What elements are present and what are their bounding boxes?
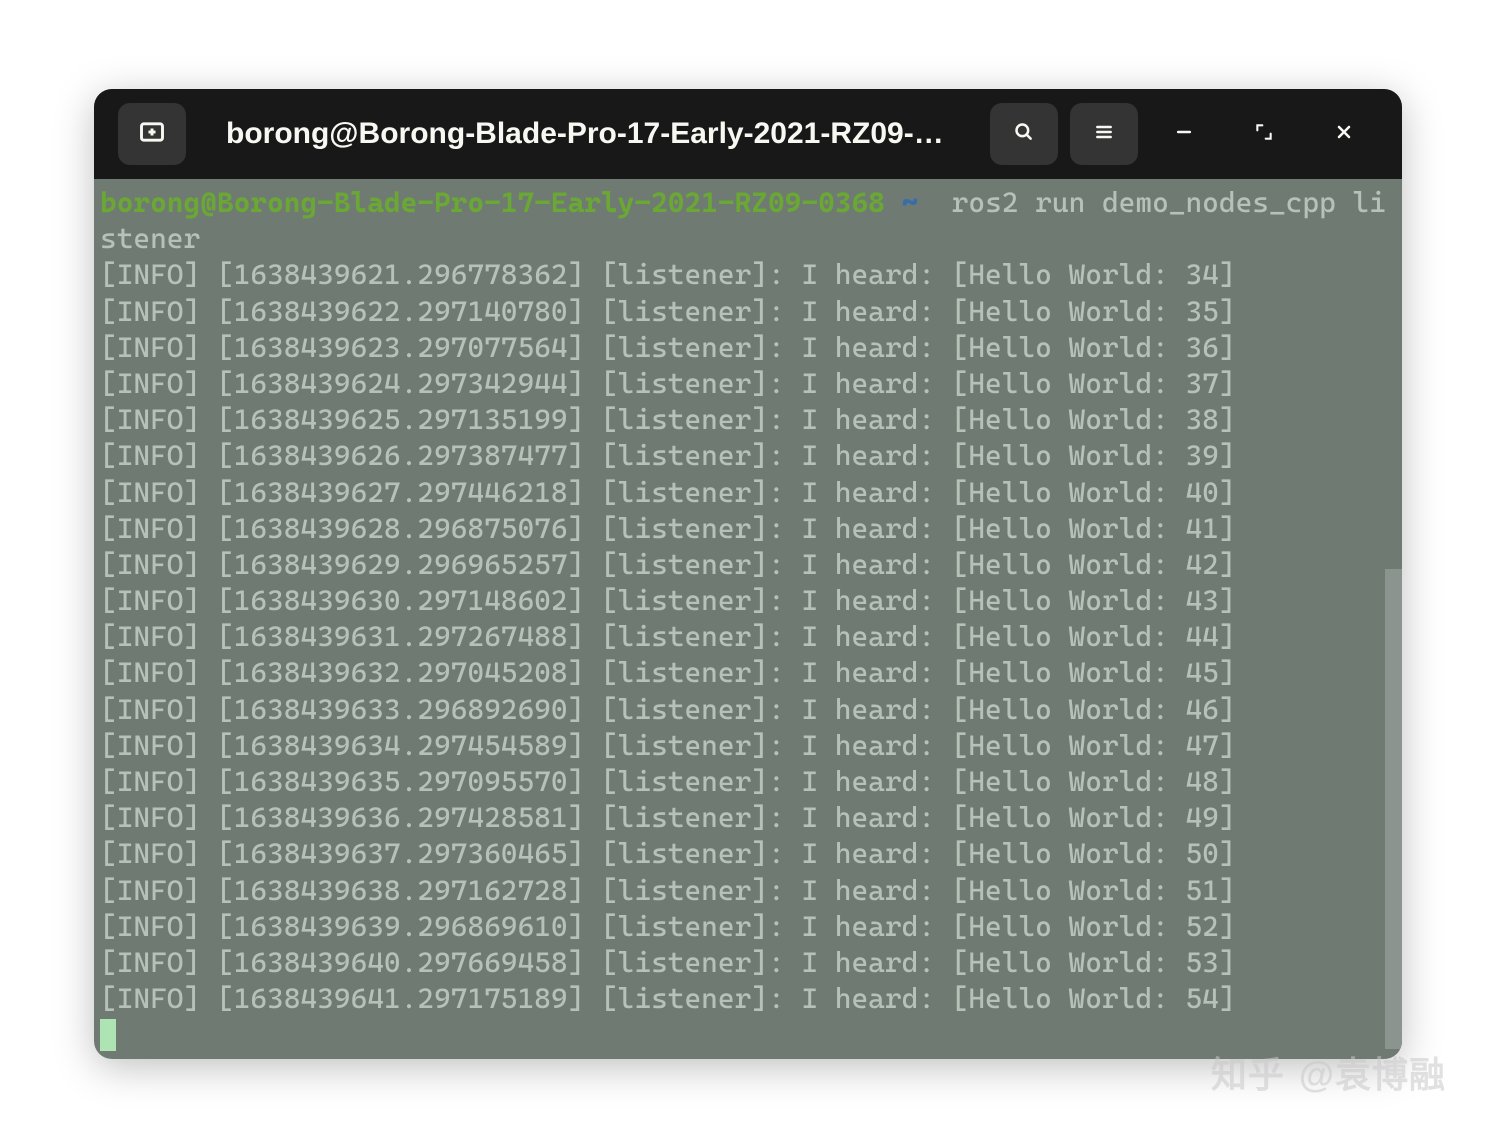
log-line: [INFO] [1638439631.297267488] [listener]…	[100, 619, 1398, 655]
prompt-dollar: $	[918, 186, 935, 219]
watermark-author: @袁博融	[1299, 1046, 1446, 1098]
prompt-line: borong@Borong-Blade-Pro-17-Early-2021-RZ…	[100, 185, 1398, 257]
log-line: [INFO] [1638439639.296869610] [listener]…	[100, 909, 1398, 945]
log-line: [INFO] [1638439621.296778362] [listener]…	[100, 257, 1398, 293]
close-button[interactable]	[1310, 103, 1378, 165]
close-icon	[1334, 122, 1354, 147]
prompt-colon: :	[885, 186, 902, 219]
log-line: [INFO] [1638439627.297446218] [listener]…	[100, 475, 1398, 511]
titlebar: borong@Borong-Blade-Pro-17-Early-2021-RZ…	[94, 89, 1402, 179]
log-line: [INFO] [1638439624.297342944] [listener]…	[100, 366, 1398, 402]
search-button[interactable]	[990, 103, 1058, 165]
log-line: [INFO] [1638439632.297045208] [listener]…	[100, 655, 1398, 691]
scrollbar[interactable]	[1385, 179, 1402, 1059]
menu-button[interactable]	[1070, 103, 1138, 165]
log-line: [INFO] [1638439628.296875076] [listener]…	[100, 511, 1398, 547]
log-line: [INFO] [1638439640.297669458] [listener]…	[100, 945, 1398, 981]
window-title: borong@Borong-Blade-Pro-17-Early-2021-RZ…	[198, 117, 978, 151]
log-line: [INFO] [1638439623.297077564] [listener]…	[100, 330, 1398, 366]
minimize-button[interactable]	[1150, 103, 1218, 165]
search-icon	[1014, 122, 1034, 147]
maximize-icon	[1254, 122, 1274, 147]
watermark: 知乎 @袁博融	[1211, 1046, 1446, 1098]
watermark-site: 知乎	[1211, 1046, 1285, 1098]
log-line: [INFO] [1638439638.297162728] [listener]…	[100, 873, 1398, 909]
hamburger-icon	[1094, 122, 1114, 147]
terminal-window: borong@Borong-Blade-Pro-17-Early-2021-RZ…	[94, 89, 1402, 1059]
log-line: [INFO] [1638439641.297175189] [listener]…	[100, 981, 1398, 1017]
prompt-user-host: borong@Borong-Blade-Pro-17-Early-2021-RZ…	[100, 186, 885, 219]
terminal-cursor	[100, 1019, 116, 1051]
maximize-button[interactable]	[1230, 103, 1298, 165]
log-line: [INFO] [1638439634.297454589] [listener]…	[100, 728, 1398, 764]
log-line: [INFO] [1638439629.296965257] [listener]…	[100, 547, 1398, 583]
log-line: [INFO] [1638439633.296892690] [listener]…	[100, 692, 1398, 728]
scrollbar-thumb[interactable]	[1385, 569, 1402, 1049]
minimize-icon	[1174, 122, 1194, 147]
log-line: [INFO] [1638439637.297360465] [listener]…	[100, 836, 1398, 872]
log-line: [INFO] [1638439636.297428581] [listener]…	[100, 800, 1398, 836]
new-tab-icon	[138, 118, 166, 151]
log-line: [INFO] [1638439625.297135199] [listener]…	[100, 402, 1398, 438]
log-line: [INFO] [1638439622.297140780] [listener]…	[100, 294, 1398, 330]
prompt-cwd: ~	[902, 186, 919, 219]
log-output: [INFO] [1638439621.296778362] [listener]…	[100, 257, 1398, 1017]
log-line: [INFO] [1638439626.297387477] [listener]…	[100, 438, 1398, 474]
terminal-body[interactable]: borong@Borong-Blade-Pro-17-Early-2021-RZ…	[94, 179, 1402, 1059]
new-tab-button[interactable]	[118, 103, 186, 165]
log-line: [INFO] [1638439635.297095570] [listener]…	[100, 764, 1398, 800]
log-line: [INFO] [1638439630.297148602] [listener]…	[100, 583, 1398, 619]
